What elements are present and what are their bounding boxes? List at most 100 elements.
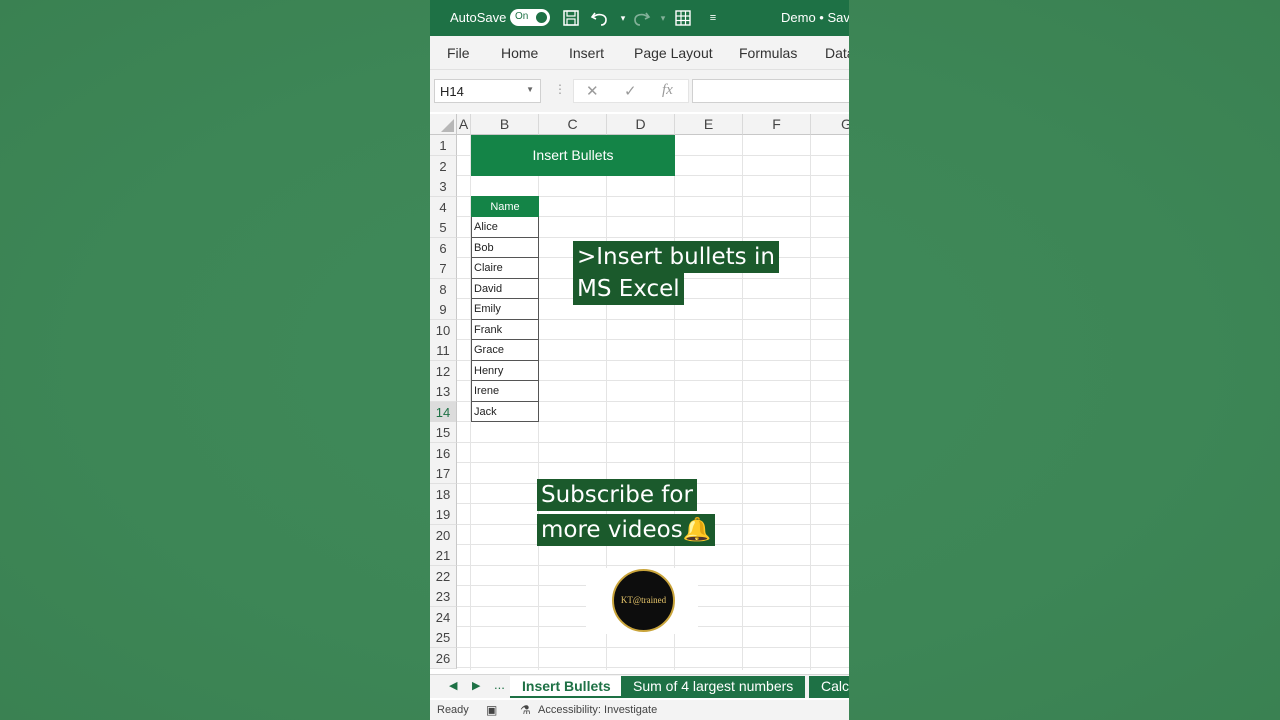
row-header[interactable]: 23 [430, 586, 457, 607]
prev-sheet-icon[interactable]: ◀ [449, 679, 457, 692]
column-header-g[interactable]: G [811, 114, 849, 135]
save-icon[interactable] [560, 7, 582, 29]
row-header[interactable]: 24 [430, 606, 457, 628]
spreadsheet-grid[interactable]: A B C D E F G 1 2 3 4 5 6 7 8 9 10 11 12 13 14 15 16 17 1… [430, 114, 849, 670]
row-gridline [457, 462, 849, 463]
sheet-tab-calcu[interactable]: Calcu [809, 676, 849, 698]
row-header[interactable]: 6 [430, 237, 457, 259]
table-row[interactable]: Irene [471, 381, 539, 402]
row-header[interactable]: 10 [430, 319, 457, 341]
names-table: Name Alice Bob Claire David Emily Frank … [471, 196, 539, 422]
row-header[interactable]: 4 [430, 196, 457, 218]
formula-input[interactable] [692, 79, 849, 103]
autosave-toggle[interactable]: On [510, 9, 550, 26]
row-header[interactable]: 9 [430, 299, 457, 320]
subscribe-line-1: Subscribe for [537, 479, 697, 511]
formula-buttons: ✕ ✓ fx [573, 79, 689, 103]
row-header[interactable]: 12 [430, 360, 457, 382]
column-header-e[interactable]: E [675, 114, 743, 135]
next-sheet-icon[interactable]: ▶ [472, 679, 480, 692]
cancel-icon[interactable]: ✕ [586, 82, 599, 100]
row-gridline [457, 564, 849, 566]
table-row[interactable]: Alice [471, 217, 539, 238]
row-header[interactable]: 16 [430, 442, 457, 464]
tab-file[interactable]: File [447, 45, 470, 61]
row-gridline [457, 646, 849, 648]
title-bar: AutoSave On ▾ ▾ ≡ Demo • Sav [430, 0, 849, 36]
table-row[interactable]: Frank [471, 319, 539, 340]
table-row[interactable]: Henry [471, 360, 539, 381]
row-header[interactable]: 7 [430, 258, 457, 279]
ribbon-tabs: File Home Insert Page Layout Formulas Da… [430, 36, 849, 70]
column-header-c[interactable]: C [539, 114, 607, 135]
sheet-tabs-bar: ◀ ▶ ... Insert Bullets Sum of 4 largest … [430, 674, 849, 698]
column-header-d[interactable]: D [607, 114, 675, 135]
column-header-a[interactable]: A [457, 114, 471, 135]
row-header[interactable]: 17 [430, 463, 457, 484]
channel-logo-area: KT@trained [586, 568, 698, 634]
row-header[interactable]: 25 [430, 627, 457, 648]
table-row[interactable]: Bob [471, 237, 539, 258]
accessibility-status[interactable]: Accessibility: Investigate [538, 704, 657, 716]
row-header[interactable]: 19 [430, 504, 457, 525]
name-box[interactable]: H14 ▼ [434, 79, 541, 103]
column-header-b[interactable]: B [471, 114, 539, 135]
column-gridline [810, 135, 811, 670]
autosave-label: AutoSave [450, 10, 507, 25]
sheet-tab-insert-bullets[interactable]: Insert Bullets [510, 676, 623, 698]
macro-record-icon[interactable]: ▣ [486, 703, 497, 717]
row-header[interactable]: 18 [430, 483, 457, 505]
accessibility-icon[interactable]: ⚗ [520, 703, 531, 717]
toggle-knob [536, 12, 547, 23]
insert-function-icon[interactable]: fx [662, 82, 673, 99]
tab-page-layout[interactable]: Page Layout [634, 45, 713, 61]
undo-icon[interactable] [589, 7, 611, 29]
row-header[interactable]: 3 [430, 176, 457, 197]
row-header[interactable]: 22 [430, 565, 457, 587]
row-header[interactable]: 14 [430, 401, 457, 423]
select-all-corner[interactable] [430, 114, 457, 135]
autosave-state: On [515, 11, 529, 22]
row-header[interactable]: 26 [430, 647, 457, 669]
table-row[interactable]: Grace [471, 340, 539, 361]
more-sheets-button[interactable]: ... [494, 677, 505, 692]
redo-dropdown-icon[interactable]: ▾ [652, 7, 674, 29]
sheet-title-banner[interactable]: Insert Bullets [471, 135, 675, 176]
table-header-name[interactable]: Name [471, 196, 539, 217]
row-header[interactable]: 11 [430, 340, 457, 361]
name-box-value: H14 [440, 84, 464, 99]
table-row[interactable]: Jack [471, 401, 539, 422]
table-row[interactable]: Emily [471, 299, 539, 320]
row-gridline [457, 441, 849, 443]
row-header[interactable]: 20 [430, 524, 457, 546]
channel-logo: KT@trained [612, 569, 675, 632]
sheet-tab-sum-largest[interactable]: Sum of 4 largest numbers [621, 676, 806, 698]
row-header[interactable]: 1 [430, 135, 457, 156]
row-header[interactable]: 21 [430, 545, 457, 566]
status-bar: Ready ▣ ⚗ Accessibility: Investigate [430, 700, 849, 720]
redo-icon[interactable] [630, 7, 652, 29]
subscribe-line-2: more videos🔔 [537, 514, 716, 546]
callout-line-1: >Insert bullets in [573, 241, 779, 273]
tab-data[interactable]: Data [825, 45, 849, 61]
customize-icon[interactable]: ≡ [702, 7, 724, 29]
confirm-icon[interactable]: ✓ [624, 82, 637, 100]
more-options-icon[interactable]: ⋮ [554, 82, 566, 96]
row-header[interactable]: 13 [430, 381, 457, 402]
table-row[interactable]: Claire [471, 258, 539, 279]
row-header[interactable]: 15 [430, 422, 457, 443]
column-header-f[interactable]: F [743, 114, 811, 135]
table-row[interactable]: David [471, 278, 539, 299]
tab-home[interactable]: Home [501, 45, 538, 61]
document-title: Demo • Sav [781, 10, 849, 25]
row-header[interactable]: 5 [430, 217, 457, 238]
status-ready: Ready [437, 704, 469, 716]
row-header[interactable]: 8 [430, 278, 457, 300]
formula-bar: H14 ▼ ⋮ ✕ ✓ fx [430, 70, 849, 112]
column-gridline [742, 135, 743, 670]
tab-formulas[interactable]: Formulas [739, 45, 797, 61]
table-icon[interactable] [672, 7, 694, 29]
chevron-down-icon[interactable]: ▼ [526, 85, 534, 94]
row-header[interactable]: 2 [430, 155, 457, 177]
tab-insert[interactable]: Insert [569, 45, 604, 61]
